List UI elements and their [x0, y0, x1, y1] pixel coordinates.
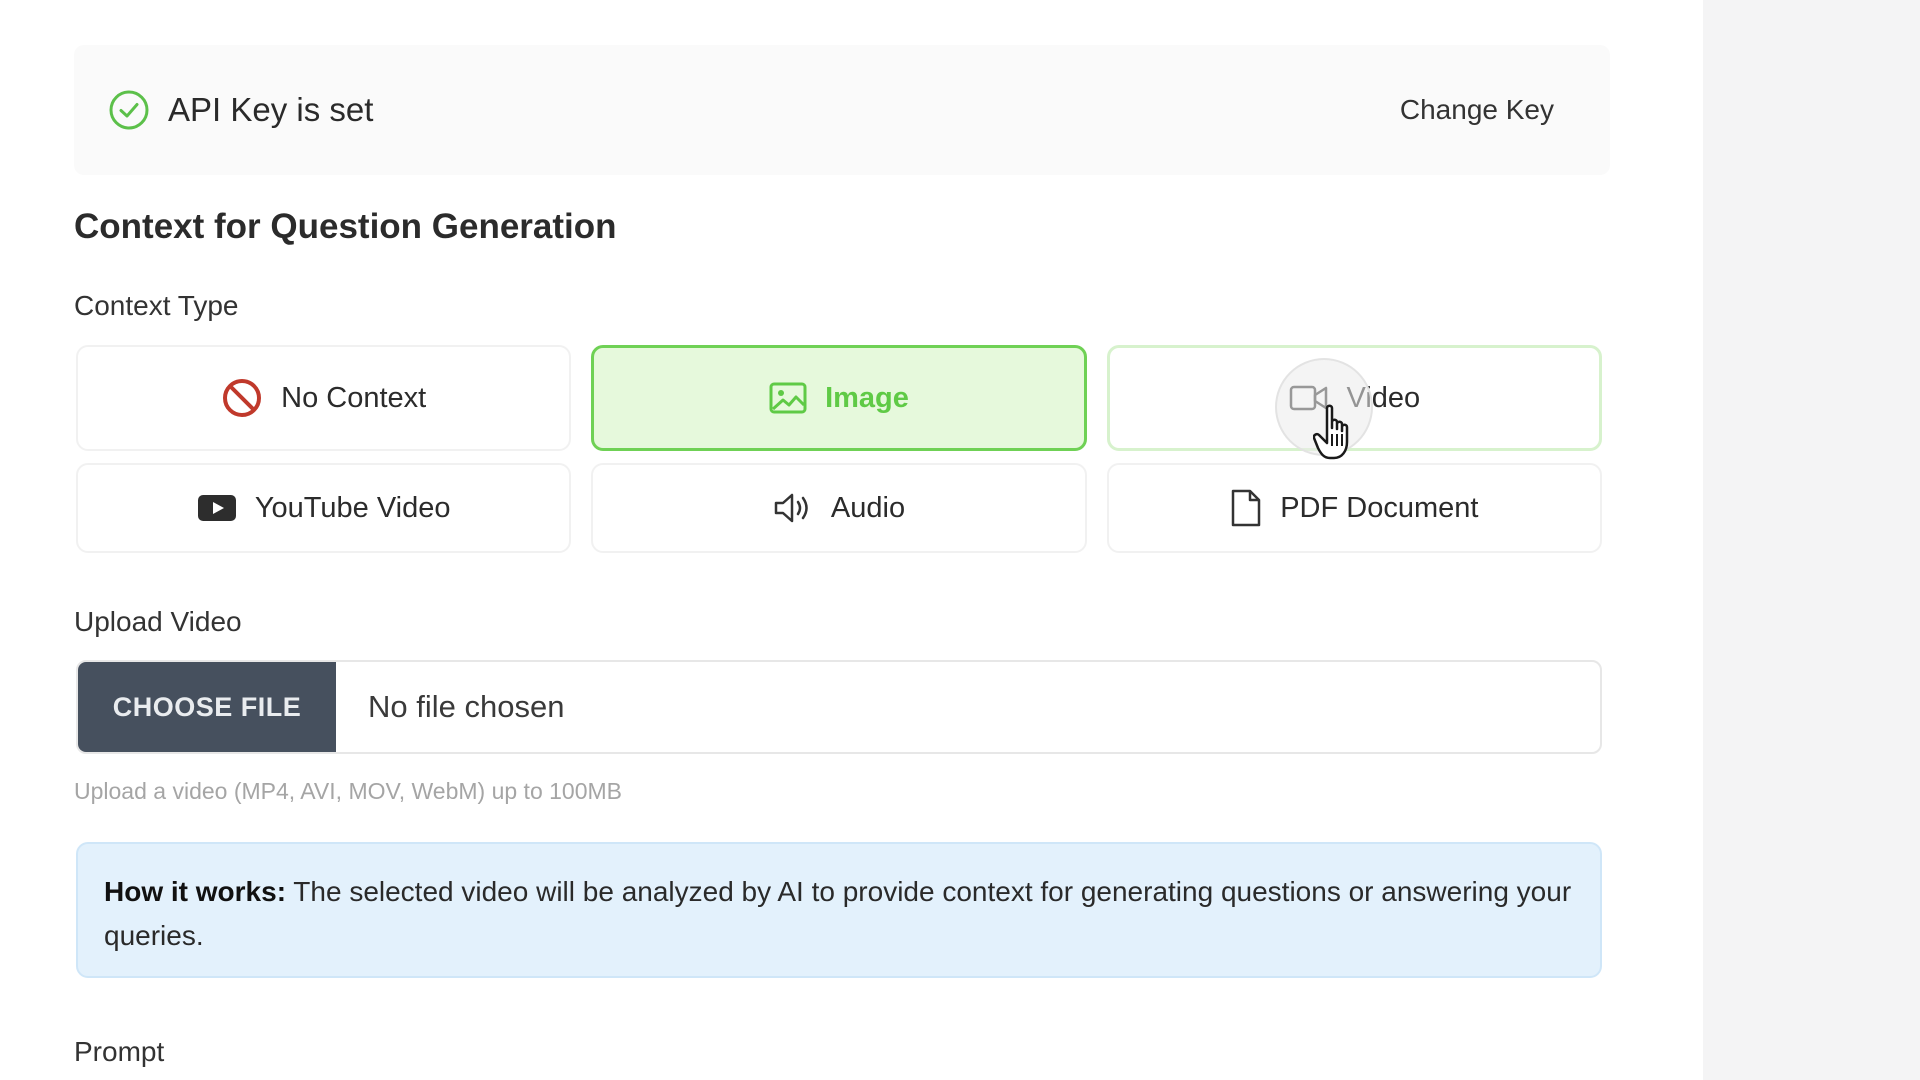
context-option-label: Image [825, 381, 909, 414]
api-key-status-text: API Key is set [168, 91, 374, 128]
main-panel: API Key is set Change Key Context for Qu… [0, 0, 1703, 1080]
check-circle-icon [108, 89, 150, 131]
no-entry-icon [221, 377, 263, 419]
context-option-pdf[interactable]: PDF Document [1106, 463, 1602, 553]
info-lead: How it works: [104, 876, 287, 907]
context-option-youtube[interactable]: YouTube Video [76, 463, 572, 553]
context-type-options: No Context Image Video YouTube Video Aud… [76, 345, 1602, 553]
file-status-text: No file chosen [368, 689, 565, 724]
upload-help-text: Upload a video (MP4, AVI, MOV, WebM) up … [74, 778, 623, 804]
info-text: The selected video will be analyzed by A… [104, 876, 1572, 951]
context-option-image[interactable]: Image [591, 345, 1087, 451]
video-file-input[interactable]: CHOOSE FILE No file chosen [76, 660, 1602, 754]
context-option-label: No Context [281, 381, 427, 414]
speaker-icon [773, 492, 813, 524]
youtube-icon [197, 493, 237, 523]
hand-cursor-icon [1313, 404, 1349, 460]
image-icon [769, 382, 807, 414]
api-key-status: API Key is set [108, 89, 373, 131]
right-gutter [1703, 0, 1920, 1080]
upload-video-label: Upload Video [74, 606, 242, 637]
section-title: Context for Question Generation [74, 207, 617, 246]
api-key-banner: API Key is set Change Key [74, 45, 1610, 175]
context-option-label: Audio [830, 491, 906, 524]
context-option-no-context[interactable]: No Context [76, 345, 572, 451]
how-it-works-info: How it works: The selected video will be… [76, 842, 1602, 978]
change-key-button[interactable]: Change Key [1380, 86, 1574, 134]
document-icon [1230, 489, 1262, 527]
context-option-label: YouTube Video [254, 491, 451, 524]
choose-file-button[interactable]: CHOOSE FILE [78, 662, 336, 752]
prompt-label: Prompt [74, 1036, 165, 1067]
context-type-label: Context Type [74, 290, 239, 321]
context-option-audio[interactable]: Audio [591, 463, 1087, 553]
context-option-label: PDF Document [1280, 491, 1479, 524]
